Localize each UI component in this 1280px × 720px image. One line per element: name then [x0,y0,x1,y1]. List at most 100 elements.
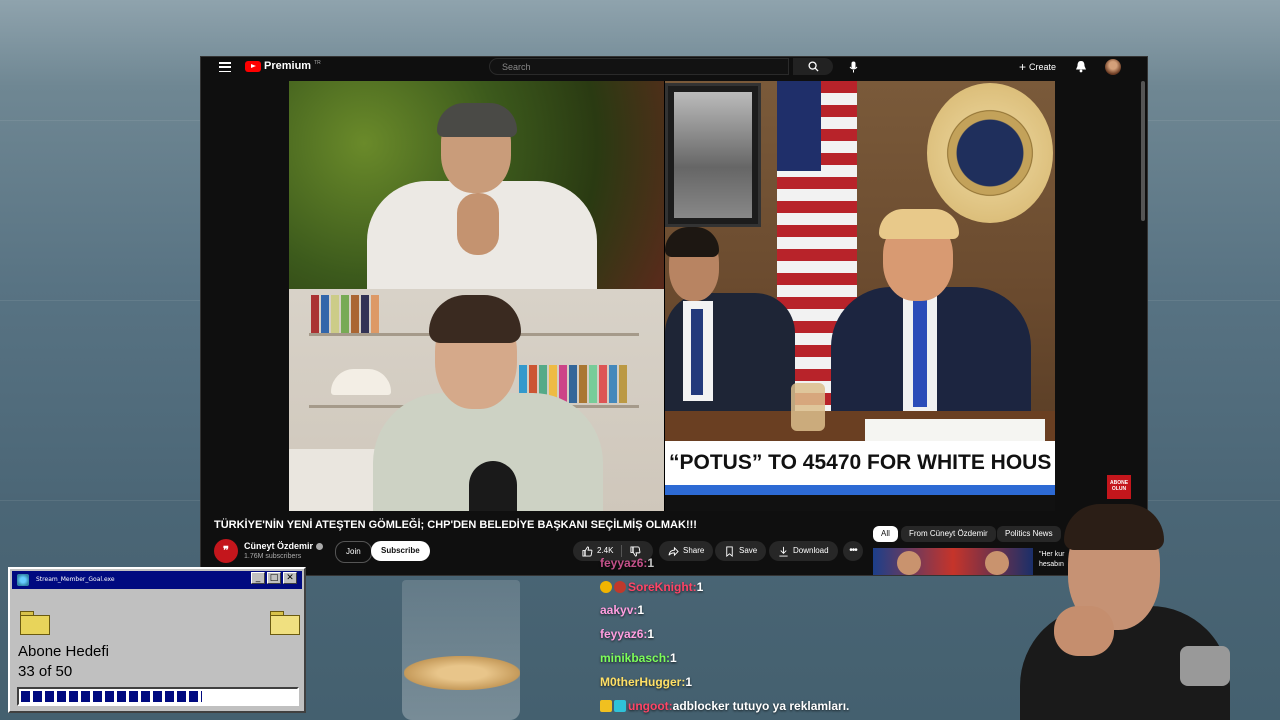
share-label: Share [683,546,705,555]
scrollbar[interactable] [1141,81,1145,221]
microphone-icon [849,61,858,72]
share-button[interactable]: Share [659,541,714,561]
chat-message: SoreKnight: 1 [600,580,703,594]
video-panel-top-left [289,81,664,289]
jar [791,383,825,431]
badge-icon [600,581,612,593]
subscriber-count: 1.76M subscribers [244,553,302,560]
glass-cup [402,580,520,720]
person-tie [691,309,703,395]
lamp [331,369,391,395]
youtube-logo[interactable]: Premium TR [245,60,321,72]
chat-message: feyyaz6: 1 [600,627,654,641]
youtube-play-icon [245,60,261,72]
goal-count: 33 of 50 [18,663,73,680]
download-label: Download [793,546,829,555]
papers [865,419,1045,441]
voice-search-button[interactable] [845,58,862,75]
chat-username: feyyaz6: [600,627,648,641]
badge-icon [614,700,626,712]
create-label: Create [1029,61,1057,72]
youtube-window: Premium TR Search + Create “POTUS” TO 45… [200,56,1148,576]
video-panel-right [665,81,1055,441]
person-hair [879,209,959,239]
subscribe-button[interactable]: Subscribe [371,541,430,561]
thumbs-up-icon[interactable] [582,545,593,557]
person-hair [429,295,521,343]
save-label: Save [739,546,758,555]
save-button[interactable]: Save [715,541,767,561]
account-avatar[interactable] [1105,59,1121,75]
chat-username: ungoot: [628,699,673,713]
badge-icon [614,581,626,593]
chat-username: M0therHugger: [600,675,686,689]
youtube-region: TR [314,60,321,66]
person-tie [913,297,927,407]
bell-icon [1076,61,1086,73]
chat-username: minikbasch: [600,651,671,665]
streamer-hair [1064,504,1164,550]
verified-icon [316,543,324,551]
subscribe-badge: ABONE OLUN [1107,475,1131,499]
webcam-overlay [1020,500,1230,720]
chat-text: 1 [647,556,655,570]
streamer-hand [1054,606,1114,656]
download-button[interactable]: Download [769,541,838,561]
member-goal-window: Stream_Member_Goal.exe _ □ ✕ Abone Hedef… [8,567,306,713]
channel-name: Cüneyt Özdemir [244,541,314,551]
chip-from-channel[interactable]: From Cüneyt Özdemir [901,526,996,542]
chat-text: 1 [685,675,693,689]
chat-message: ungoot: adblocker tutuyo ya reklamları. [600,699,849,713]
chat-username: feyyaz6: [600,556,648,570]
chip-all[interactable]: All [873,526,898,542]
goal-progress-bar [17,687,299,706]
chat-message: feyyaz6: 1 [600,556,654,570]
app-icon [17,574,29,586]
minimize-button[interactable]: _ [251,572,265,584]
menu-icon[interactable] [219,62,231,72]
chat-message: M0therHugger: 1 [600,675,692,689]
recommended-thumbnail[interactable] [873,548,1033,575]
more-icon: ••• [849,545,857,556]
chat-text: 1 [670,651,677,665]
more-actions-button[interactable]: ••• [843,541,863,561]
chat-username: SoreKnight: [628,580,697,594]
chat-text: 1 [647,627,655,641]
bookmark-icon [726,545,733,557]
search-input[interactable]: Search [489,58,789,75]
search-icon [807,61,819,72]
notifications-button[interactable] [1075,60,1087,76]
person-hand [457,193,499,255]
close-button[interactable]: ✕ [283,572,297,584]
photo-frame [665,83,761,227]
search-button[interactable] [793,58,833,75]
chat-text: 1 [637,603,645,617]
channel-name-row[interactable]: Cüneyt Özdemir [244,541,324,551]
join-button[interactable]: Join [335,541,372,563]
folder-icon [20,611,50,635]
chat-message: minikbasch: 1 [600,651,677,665]
person-hair [437,103,517,137]
create-button[interactable]: + Create [1013,59,1062,74]
plus-icon: + [1019,59,1027,74]
person-hair [665,227,719,257]
video-title: TÜRKİYE'NİN YENİ ATEŞTEN GÖMLEĞİ; CHP'DE… [214,519,697,531]
thumbs-down-icon[interactable] [630,545,641,557]
chat-text: 1 [696,580,704,594]
video-caption: “POTUS” TO 45470 FOR WHITE HOUS [665,441,1055,485]
caption-bar-dark [665,495,1055,511]
microphone-prop [1180,646,1230,686]
cup-contents [404,656,520,690]
share-icon [668,546,679,556]
youtube-topbar: Premium TR Search + Create [201,57,1147,79]
goal-progress-fill [21,691,202,702]
video-player[interactable]: “POTUS” TO 45470 FOR WHITE HOUS [289,81,1055,511]
channel-avatar[interactable]: ❞ [214,539,238,563]
crown-icon [600,700,612,712]
video-panel-bottom-left [289,289,664,511]
chat-username: aakyv: [600,603,638,617]
presidential-seal [927,83,1053,223]
goal-window-title: Stream_Member_Goal.exe [36,576,115,583]
open-folder-icon [270,611,300,635]
maximize-button[interactable]: □ [267,572,281,584]
